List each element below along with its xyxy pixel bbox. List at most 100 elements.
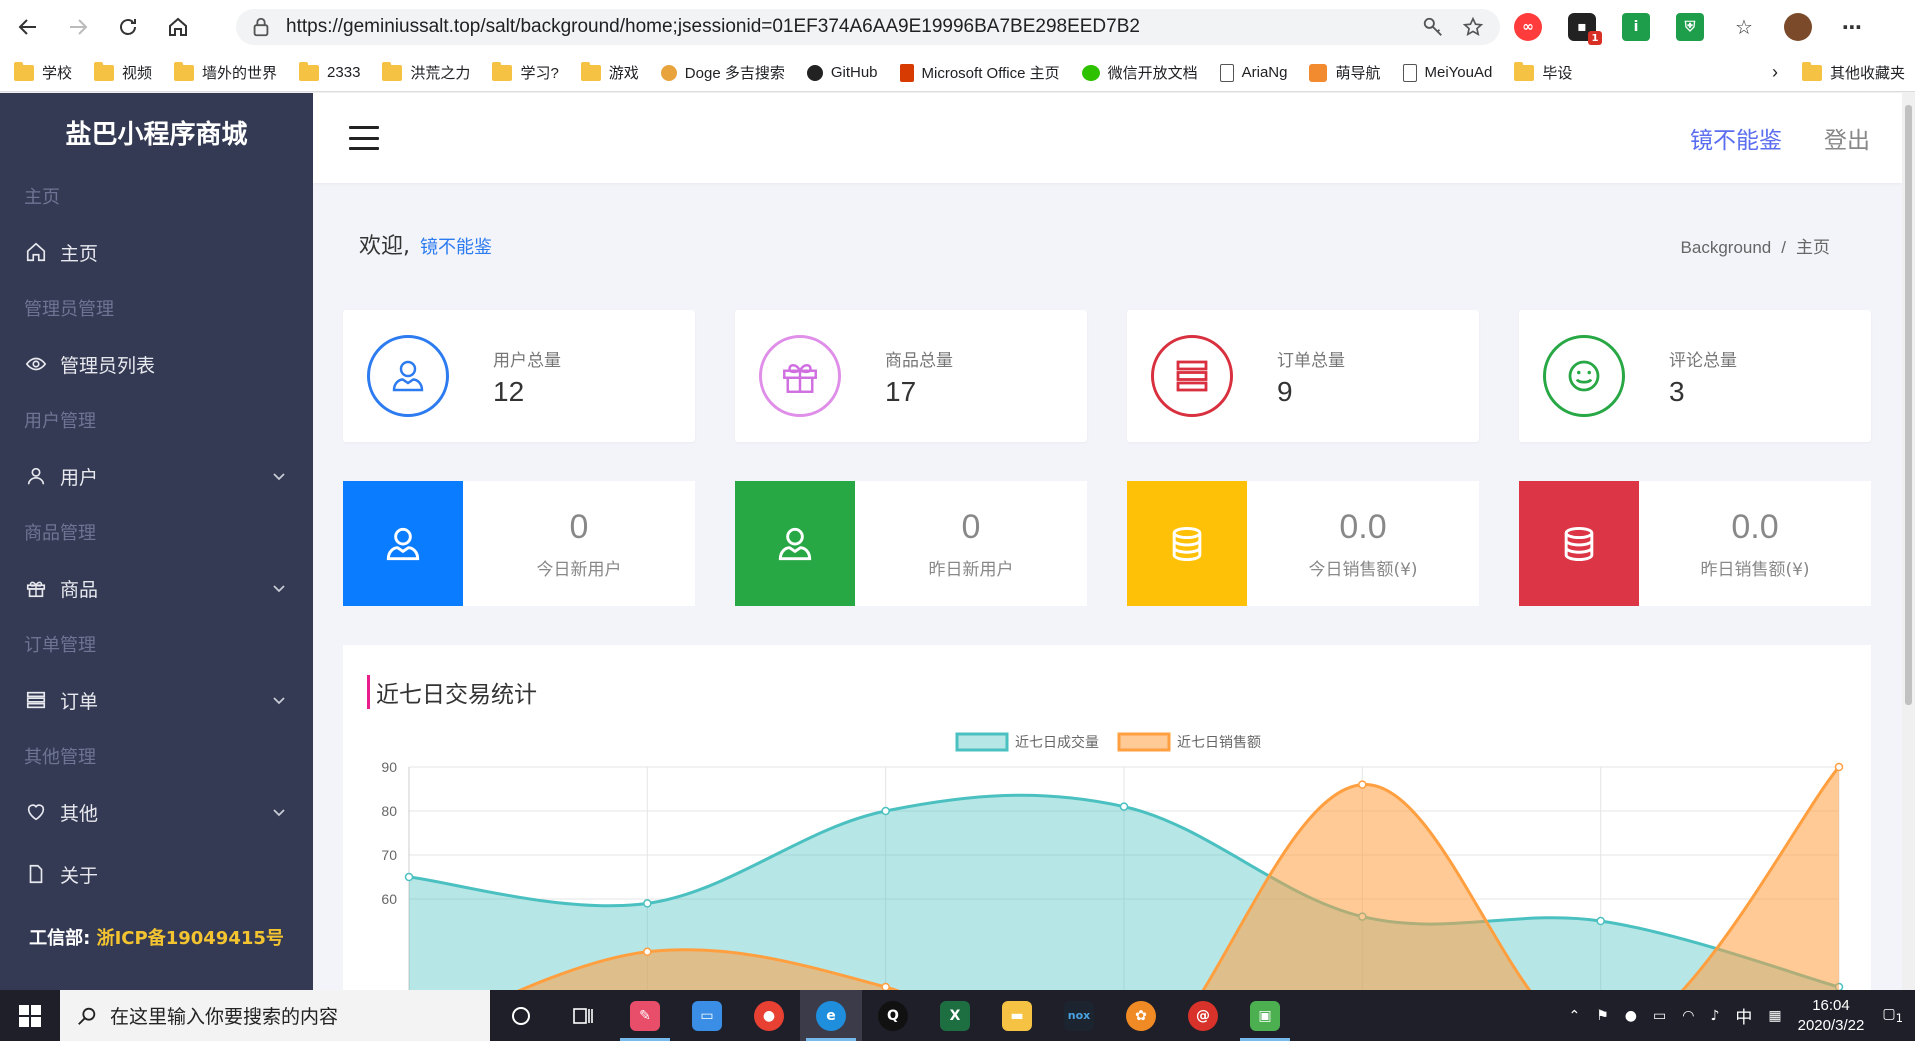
logout-button[interactable]: 登出 xyxy=(1824,121,1870,155)
star-icon[interactable] xyxy=(1460,14,1486,40)
bookmark-study[interactable]: 学习? xyxy=(492,61,559,83)
data-point xyxy=(1119,802,1129,811)
breadcrumb-root[interactable]: Background xyxy=(1681,238,1772,257)
sidebar-item-orders[interactable]: 订单 xyxy=(0,669,313,731)
ime-indicator[interactable]: 中 xyxy=(1735,1003,1752,1028)
sidebar-item-about[interactable]: 关于 xyxy=(0,843,313,905)
bookmark-games[interactable]: 游戏 xyxy=(580,61,639,83)
taskbar-app-wechat-devtools[interactable]: ▣ xyxy=(1234,990,1296,1041)
brand-title[interactable]: 盐巴小程序商城 xyxy=(0,93,313,171)
taskbar-app-flower[interactable]: ✿ xyxy=(1110,990,1172,1041)
task-view-button[interactable] xyxy=(552,990,614,1041)
icp-label: 工信部: xyxy=(29,928,91,949)
taskbar-app-chrome[interactable]: ● xyxy=(738,990,800,1041)
flag-icon[interactable]: ⚑ xyxy=(1596,1008,1609,1024)
page-scrollbar[interactable] xyxy=(1902,93,1915,990)
mini-stat-label: 昨日销售额(¥) xyxy=(1700,559,1810,580)
key-icon[interactable] xyxy=(1420,14,1446,40)
taskbar-app-edge[interactable]: e xyxy=(800,990,862,1041)
paint-icon: ✎ xyxy=(630,1000,660,1031)
folder-icon xyxy=(1514,61,1535,81)
forward-button[interactable] xyxy=(56,5,100,49)
cortana-button[interactable] xyxy=(490,990,552,1041)
hamburger-menu-icon[interactable] xyxy=(349,126,379,150)
icp-footer: 工信部: 浙ICP备19049415号 xyxy=(0,924,313,950)
notification-icon[interactable]: ▢1 xyxy=(1882,1006,1903,1025)
bookmark-label: 游戏 xyxy=(608,65,639,82)
task-view-icon xyxy=(573,1007,593,1024)
bookmark-outside-world[interactable]: 墙外的世界 xyxy=(174,61,278,83)
data-point xyxy=(1596,916,1605,926)
sidebar-item-goods[interactable]: 商品 xyxy=(0,557,313,619)
bookmark-meiyouad[interactable]: MeiYouAd xyxy=(1402,63,1493,82)
legend-swatch xyxy=(1117,732,1171,752)
wifi-icon[interactable]: ◠ xyxy=(1682,1008,1694,1024)
taskbar-app-paint[interactable]: ✎ xyxy=(614,990,676,1041)
ublock-extension-icon[interactable]: ▪ 1 xyxy=(1568,13,1602,45)
welcome-username-link[interactable]: 镜不能鉴 xyxy=(420,233,492,259)
qq-tray-icon[interactable]: ● xyxy=(1625,1008,1637,1024)
bookmark-2333[interactable]: 2333 xyxy=(299,61,360,81)
refresh-button[interactable] xyxy=(106,5,150,49)
folder-icon xyxy=(299,61,320,81)
mini-stat-value: 0.0 xyxy=(1731,507,1779,546)
bookmark-wechat[interactable]: 微信开放文档 xyxy=(1081,62,1198,83)
bookmark-github[interactable]: GitHub xyxy=(806,64,878,81)
bookmark-other-favorites[interactable]: 其他收藏夹 xyxy=(1801,61,1905,83)
home-icon xyxy=(169,17,187,36)
back-button[interactable] xyxy=(6,5,50,49)
taskbar-search-placeholder[interactable]: 在这里输入你要搜索的内容 xyxy=(110,1002,338,1029)
info-extension-icon[interactable]: i xyxy=(1622,13,1650,41)
volume-icon[interactable]: ♪ xyxy=(1710,1008,1719,1024)
scrollbar-thumb[interactable] xyxy=(1905,105,1912,705)
bookmark-office[interactable]: Microsoft Office 主页 xyxy=(899,62,1060,83)
clock[interactable]: 16:04 2020/3/22 xyxy=(1798,996,1865,1036)
taskbar-search-box[interactable]: 在这里输入你要搜索的内容 xyxy=(60,990,490,1041)
y-tick-label: 80 xyxy=(381,803,397,819)
url-text[interactable]: https://geminiussalt.top/salt/background… xyxy=(286,16,1420,38)
header-username-link[interactable]: 镜不能鉴 xyxy=(1690,121,1782,155)
bookmark-school[interactable]: 学校 xyxy=(14,61,72,83)
bookmark-ariang[interactable]: AriaNg xyxy=(1219,63,1287,82)
stat-card-orders: 订单总量 9 xyxy=(1127,310,1479,442)
bookmark-label: 墙外的世界 xyxy=(202,65,278,82)
taskbar-app-snail[interactable]: @ xyxy=(1172,990,1234,1041)
icp-number-link[interactable]: 浙ICP备19049415号 xyxy=(97,928,284,949)
sidebar-item-admin-list[interactable]: 管理员列表 xyxy=(0,333,313,395)
mini-card-yesterday-sales: 0.0 昨日销售额(¥) xyxy=(1519,481,1871,606)
bookmark-mengdaohang[interactable]: 萌导航 xyxy=(1309,62,1381,83)
home-button[interactable] xyxy=(156,5,200,49)
battery-icon[interactable]: ▭ xyxy=(1653,1008,1666,1024)
bookmark-label: 学习? xyxy=(520,65,559,82)
bookmark-label: MeiYouAd xyxy=(1424,64,1493,81)
sidebar-section-admin: 管理员管理 xyxy=(24,299,114,320)
taskbar-app-excel[interactable]: X xyxy=(924,990,986,1041)
chevron-right-icon[interactable]: › xyxy=(1772,62,1778,83)
avatar[interactable] xyxy=(1784,13,1812,41)
sidebar-item-users[interactable]: 用户 xyxy=(0,445,313,507)
infinity-extension-icon[interactable]: ∞ xyxy=(1514,13,1542,41)
start-button[interactable] xyxy=(0,990,60,1041)
sidebar-item-others[interactable]: 其他 xyxy=(0,781,313,843)
taskbar-app-explorer[interactable]: ▬ xyxy=(986,990,1048,1041)
address-bar[interactable]: https://geminiussalt.top/salt/background… xyxy=(236,9,1500,45)
bookmark-video[interactable]: 视频 xyxy=(94,61,152,83)
bookmark-label: 萌导航 xyxy=(1335,65,1381,82)
favorites-icon[interactable]: ☆ xyxy=(1730,13,1758,41)
clock-time: 16:04 xyxy=(1812,996,1850,1014)
keyboard-icon[interactable]: ▦ xyxy=(1768,1008,1781,1024)
taskbar-app-qq[interactable]: Q xyxy=(862,990,924,1041)
y-tick-label: 60 xyxy=(381,891,397,907)
sidebar-item-home[interactable]: 主页 xyxy=(0,221,313,283)
taskbar-app-display[interactable]: ▭ xyxy=(676,990,738,1041)
bookmark-doge[interactable]: Doge 多吉搜索 xyxy=(660,62,785,83)
taskbar-app-nox[interactable]: nox xyxy=(1048,990,1110,1041)
more-menu-icon[interactable]: ⋯ xyxy=(1838,13,1866,41)
data-point xyxy=(881,806,890,816)
data-point xyxy=(643,947,652,957)
shield-extension-icon[interactable]: ⛨ xyxy=(1676,13,1704,41)
bookmark-graduation[interactable]: 毕设 xyxy=(1514,61,1572,83)
chevron-up-icon[interactable]: ⌃ xyxy=(1568,1008,1580,1024)
notification-count: 1 xyxy=(1895,1010,1903,1025)
bookmark-honghuang[interactable]: 洪荒之力 xyxy=(382,61,470,83)
